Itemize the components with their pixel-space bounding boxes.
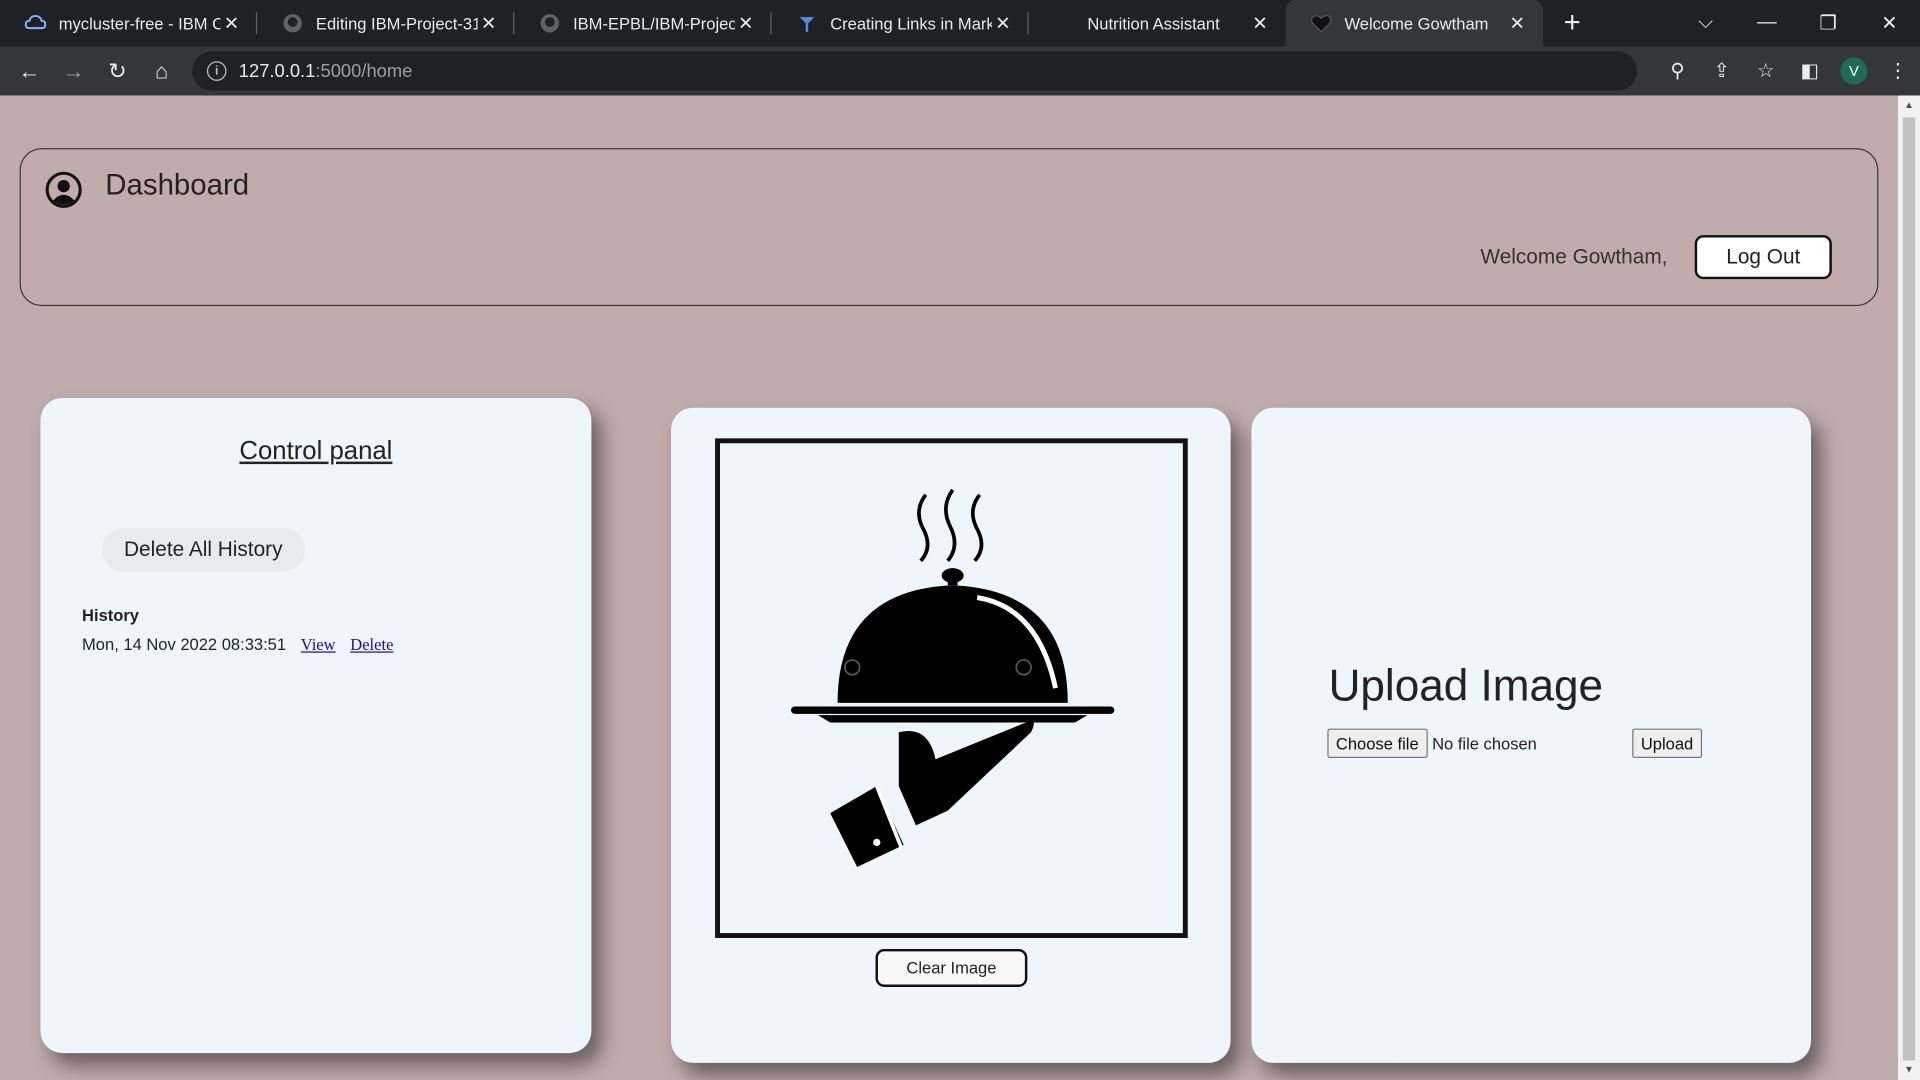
browser-tab-active[interactable]: Welcome Gowtham ✕ xyxy=(1285,0,1543,47)
page-title: Dashboard xyxy=(105,168,250,203)
heart-icon xyxy=(1310,12,1332,34)
history-item: Mon, 14 Nov 2022 08:33:51 View Delete xyxy=(82,636,393,656)
tab-title: mycluster-free - IBM Cl xyxy=(58,14,221,33)
close-tab-icon[interactable]: ✕ xyxy=(478,12,500,34)
control-panel: Control panal Delete All History History… xyxy=(40,397,592,1054)
toolbar-actions: ⚲ ⇪ ☆ ◧ V ⋮ xyxy=(1656,47,1920,96)
history-date: Mon, 14 Nov 2022 08:33:51 xyxy=(82,635,287,654)
home-icon[interactable]: ⌂ xyxy=(140,49,184,93)
image-preview-frame xyxy=(715,438,1188,938)
scroll-down-arrow-icon[interactable]: ▼ xyxy=(1898,1060,1920,1080)
image-preview-panel: Clear Image xyxy=(671,407,1231,1063)
side-panel-icon[interactable]: ◧ xyxy=(1788,49,1832,93)
browser-tab[interactable]: mycluster-free - IBM Cl ✕ xyxy=(0,0,258,47)
back-icon[interactable]: ← xyxy=(7,49,51,93)
tab-title: Welcome Gowtham xyxy=(1344,14,1489,33)
zoom-icon[interactable]: ⚲ xyxy=(1656,49,1700,93)
upload-button[interactable]: Upload xyxy=(1632,728,1702,758)
logout-button[interactable]: Log Out xyxy=(1694,235,1832,280)
tab-title: Creating Links in Markd xyxy=(830,14,992,33)
close-tab-icon[interactable]: ✕ xyxy=(735,12,757,34)
github-icon xyxy=(539,12,561,34)
delete-link[interactable]: Delete xyxy=(350,636,393,656)
menu-icon[interactable]: ⋮ xyxy=(1876,49,1920,93)
url-bar[interactable]: i 127.0.0.1:5000/home xyxy=(192,51,1638,91)
ibm-cloud-icon xyxy=(24,12,47,34)
clear-image-button[interactable]: Clear Image xyxy=(875,948,1028,987)
scrollbar-thumb[interactable] xyxy=(1902,117,1916,1061)
welcome-text: Welcome Gowtham, xyxy=(1480,244,1668,269)
choose-file-button[interactable]: Choose file xyxy=(1327,728,1428,758)
scroll-up-arrow-icon[interactable]: ▲ xyxy=(1898,96,1920,116)
close-tab-icon[interactable]: ✕ xyxy=(1506,12,1528,34)
minimize-button[interactable]: — xyxy=(1736,0,1797,47)
new-tab-button[interactable]: + xyxy=(1543,0,1602,47)
close-tab-icon[interactable]: ✕ xyxy=(992,12,1014,34)
user-circle-icon xyxy=(45,171,82,208)
close-tab-icon[interactable]: ✕ xyxy=(1249,12,1271,34)
url-path: :5000/home xyxy=(315,60,413,82)
tab-title: IBM-EPBL/IBM-Project- xyxy=(573,14,735,33)
browser-tab[interactable]: Nutrition Assistant ✕ xyxy=(1029,0,1286,47)
tab-strip: mycluster-free - IBM Cl ✕ Editing IBM-Pr… xyxy=(0,0,1920,47)
markdown-guide-icon xyxy=(796,12,818,34)
reload-icon[interactable]: ↻ xyxy=(96,49,140,93)
view-link[interactable]: View xyxy=(301,636,336,656)
tab-search-icon[interactable]: ⌵ xyxy=(1675,0,1736,47)
restore-button[interactable]: ❐ xyxy=(1798,0,1859,47)
delete-all-history-button[interactable]: Delete All History xyxy=(101,527,305,572)
browser-tab[interactable]: Editing IBM-Project-319 ✕ xyxy=(257,0,515,47)
dashboard-header: Dashboard Welcome Gowtham, Log Out xyxy=(19,148,1879,307)
upload-panel: Upload Image Choose file No file chosen … xyxy=(1251,407,1812,1063)
github-icon xyxy=(282,12,304,34)
serving-cloche-icon xyxy=(791,488,1115,867)
share-icon[interactable]: ⇪ xyxy=(1700,49,1744,93)
bookmark-star-icon[interactable]: ☆ xyxy=(1744,49,1788,93)
address-toolbar: ← → ↻ ⌂ i 127.0.0.1:5000/home ⚲ ⇪ ☆ ◧ V … xyxy=(0,46,1920,96)
tab-title: Nutrition Assistant xyxy=(1087,14,1220,33)
file-status-text: No file chosen xyxy=(1432,734,1537,753)
forward-icon[interactable]: → xyxy=(51,49,95,93)
close-window-button[interactable]: ✕ xyxy=(1859,0,1920,47)
browser-tab[interactable]: IBM-EPBL/IBM-Project- ✕ xyxy=(514,0,772,47)
upload-heading: Upload Image xyxy=(1328,660,1604,711)
profile-avatar[interactable]: V xyxy=(1832,49,1876,93)
page-viewport: Dashboard Welcome Gowtham, Log Out Contr… xyxy=(0,95,1898,1080)
close-tab-icon[interactable]: ✕ xyxy=(220,12,242,34)
page-scrollbar[interactable]: ▲ ▼ xyxy=(1897,95,1920,1080)
history-label: History xyxy=(82,606,139,625)
url-host: 127.0.0.1 xyxy=(238,60,316,82)
tab-title: Editing IBM-Project-319 xyxy=(315,14,478,33)
control-panel-heading: Control panal xyxy=(239,437,393,466)
browser-tab[interactable]: Creating Links in Markd ✕ xyxy=(771,0,1029,47)
site-info-icon[interactable]: i xyxy=(206,61,227,81)
window-controls: ⌵ — ❐ ✕ xyxy=(1675,0,1920,47)
